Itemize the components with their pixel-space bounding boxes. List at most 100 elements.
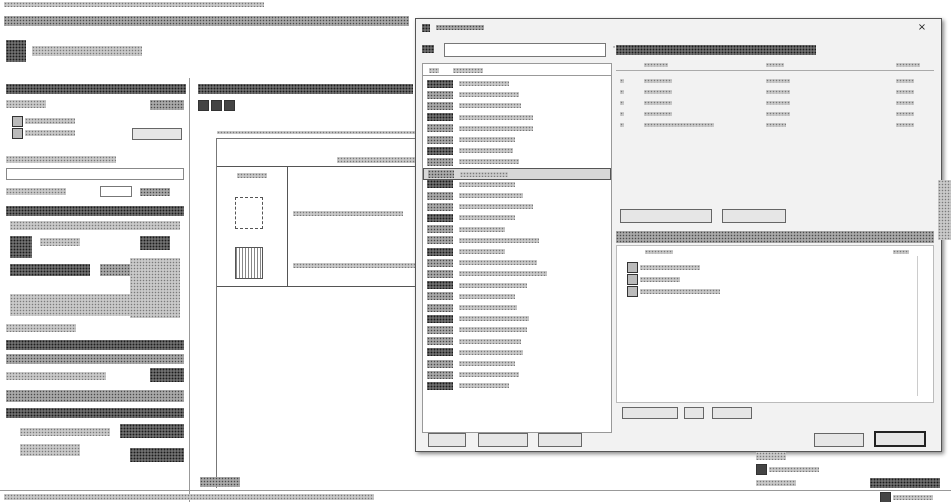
panel-section-header[interactable] xyxy=(6,206,184,216)
list-item[interactable] xyxy=(423,313,611,325)
list-item-icon xyxy=(427,325,453,334)
list-item[interactable] xyxy=(423,212,611,224)
list-item-icon xyxy=(427,157,453,166)
edit-button[interactable] xyxy=(722,209,786,223)
tree-item[interactable] xyxy=(627,262,827,274)
list-item-icon xyxy=(427,101,453,110)
list-item[interactable] xyxy=(423,347,611,359)
list-item[interactable] xyxy=(423,324,611,336)
document-area xyxy=(192,78,423,488)
table-cell xyxy=(644,123,714,127)
right-tree xyxy=(616,245,934,403)
list-item[interactable] xyxy=(423,246,611,258)
list-item[interactable] xyxy=(423,280,611,292)
table-cell xyxy=(896,90,914,94)
list-item-icon xyxy=(427,337,453,346)
table-cell xyxy=(644,90,672,94)
list-item[interactable] xyxy=(423,291,611,303)
search-input[interactable] xyxy=(444,43,606,57)
list-item[interactable] xyxy=(423,224,611,236)
table-cell xyxy=(644,79,672,83)
swatch-preview xyxy=(235,247,263,279)
list-item[interactable] xyxy=(423,100,611,112)
tree-item[interactable] xyxy=(627,286,827,298)
cancel-button[interactable] xyxy=(814,433,864,447)
panel-section-header[interactable] xyxy=(6,340,184,350)
list-item-icon xyxy=(427,124,453,133)
list-item[interactable] xyxy=(423,156,611,168)
quick-toolbar[interactable] xyxy=(32,46,142,56)
list-item-icon xyxy=(427,225,453,234)
table-section-header xyxy=(616,45,816,55)
dialog-titlebar: × xyxy=(416,19,941,37)
app-logo-icon xyxy=(6,40,26,62)
close-icon[interactable]: × xyxy=(916,22,928,34)
add-button[interactable] xyxy=(620,209,712,223)
list-item[interactable] xyxy=(423,145,611,157)
list-item[interactable] xyxy=(423,235,611,247)
list-item-icon xyxy=(427,381,453,390)
table-cell xyxy=(620,112,624,116)
menu-bar xyxy=(0,0,420,10)
scrollbar[interactable] xyxy=(917,256,927,396)
list-item-icon xyxy=(427,79,453,88)
list-item-icon xyxy=(427,90,453,99)
list-item[interactable] xyxy=(423,369,611,381)
list-item[interactable] xyxy=(423,123,611,135)
list-item[interactable] xyxy=(423,167,611,180)
panel-section-header[interactable] xyxy=(6,390,184,402)
list-item-icon xyxy=(427,191,453,200)
list-item[interactable] xyxy=(423,380,611,392)
tree-section-header xyxy=(616,231,934,243)
option-button[interactable] xyxy=(622,407,678,419)
table-cell xyxy=(896,79,914,83)
list-item-icon xyxy=(427,370,453,379)
option-button[interactable] xyxy=(684,407,704,419)
list-item[interactable] xyxy=(423,89,611,101)
filter-icon[interactable] xyxy=(422,45,438,55)
document-page xyxy=(216,131,423,488)
table-cell xyxy=(620,101,624,105)
list-item-icon xyxy=(427,281,453,290)
table-row[interactable] xyxy=(616,119,934,131)
table-cell xyxy=(896,101,914,105)
list-item-icon xyxy=(427,202,453,211)
list-item[interactable] xyxy=(423,190,611,202)
size-field[interactable] xyxy=(100,186,132,197)
list-item-icon xyxy=(427,292,453,301)
table-cell xyxy=(620,123,624,127)
list-item-icon xyxy=(427,258,453,267)
table-cell xyxy=(644,112,672,116)
dialog-window: × · xyxy=(415,18,942,452)
table-cell xyxy=(766,123,786,127)
export-button[interactable] xyxy=(538,433,582,447)
list-item[interactable] xyxy=(423,179,611,191)
list-item[interactable] xyxy=(423,358,611,370)
category-list xyxy=(422,63,612,433)
table-cell xyxy=(766,101,790,105)
status-bar xyxy=(0,477,951,502)
list-item[interactable] xyxy=(423,112,611,124)
list-item-icon xyxy=(427,269,453,278)
list-item[interactable] xyxy=(423,302,611,314)
option-button[interactable] xyxy=(712,407,752,419)
help-button[interactable] xyxy=(428,433,466,447)
right-controls xyxy=(616,209,934,225)
table-cell xyxy=(620,90,624,94)
list-item-icon xyxy=(427,180,453,189)
list-item[interactable] xyxy=(423,201,611,213)
list-item[interactable] xyxy=(423,268,611,280)
toolbar-icons[interactable] xyxy=(4,16,409,26)
list-item[interactable] xyxy=(423,134,611,146)
swatch-preview xyxy=(235,197,263,229)
ok-button[interactable] xyxy=(874,431,926,447)
list-item[interactable] xyxy=(423,336,611,348)
list-item-icon xyxy=(427,359,453,368)
import-button[interactable] xyxy=(478,433,528,447)
panel-apply-button[interactable] xyxy=(132,128,182,140)
document-tabs[interactable] xyxy=(198,84,413,94)
tree-item[interactable] xyxy=(627,274,827,286)
panel-tab-bar[interactable] xyxy=(6,84,186,94)
list-item[interactable] xyxy=(423,257,611,269)
list-item[interactable] xyxy=(423,78,611,90)
